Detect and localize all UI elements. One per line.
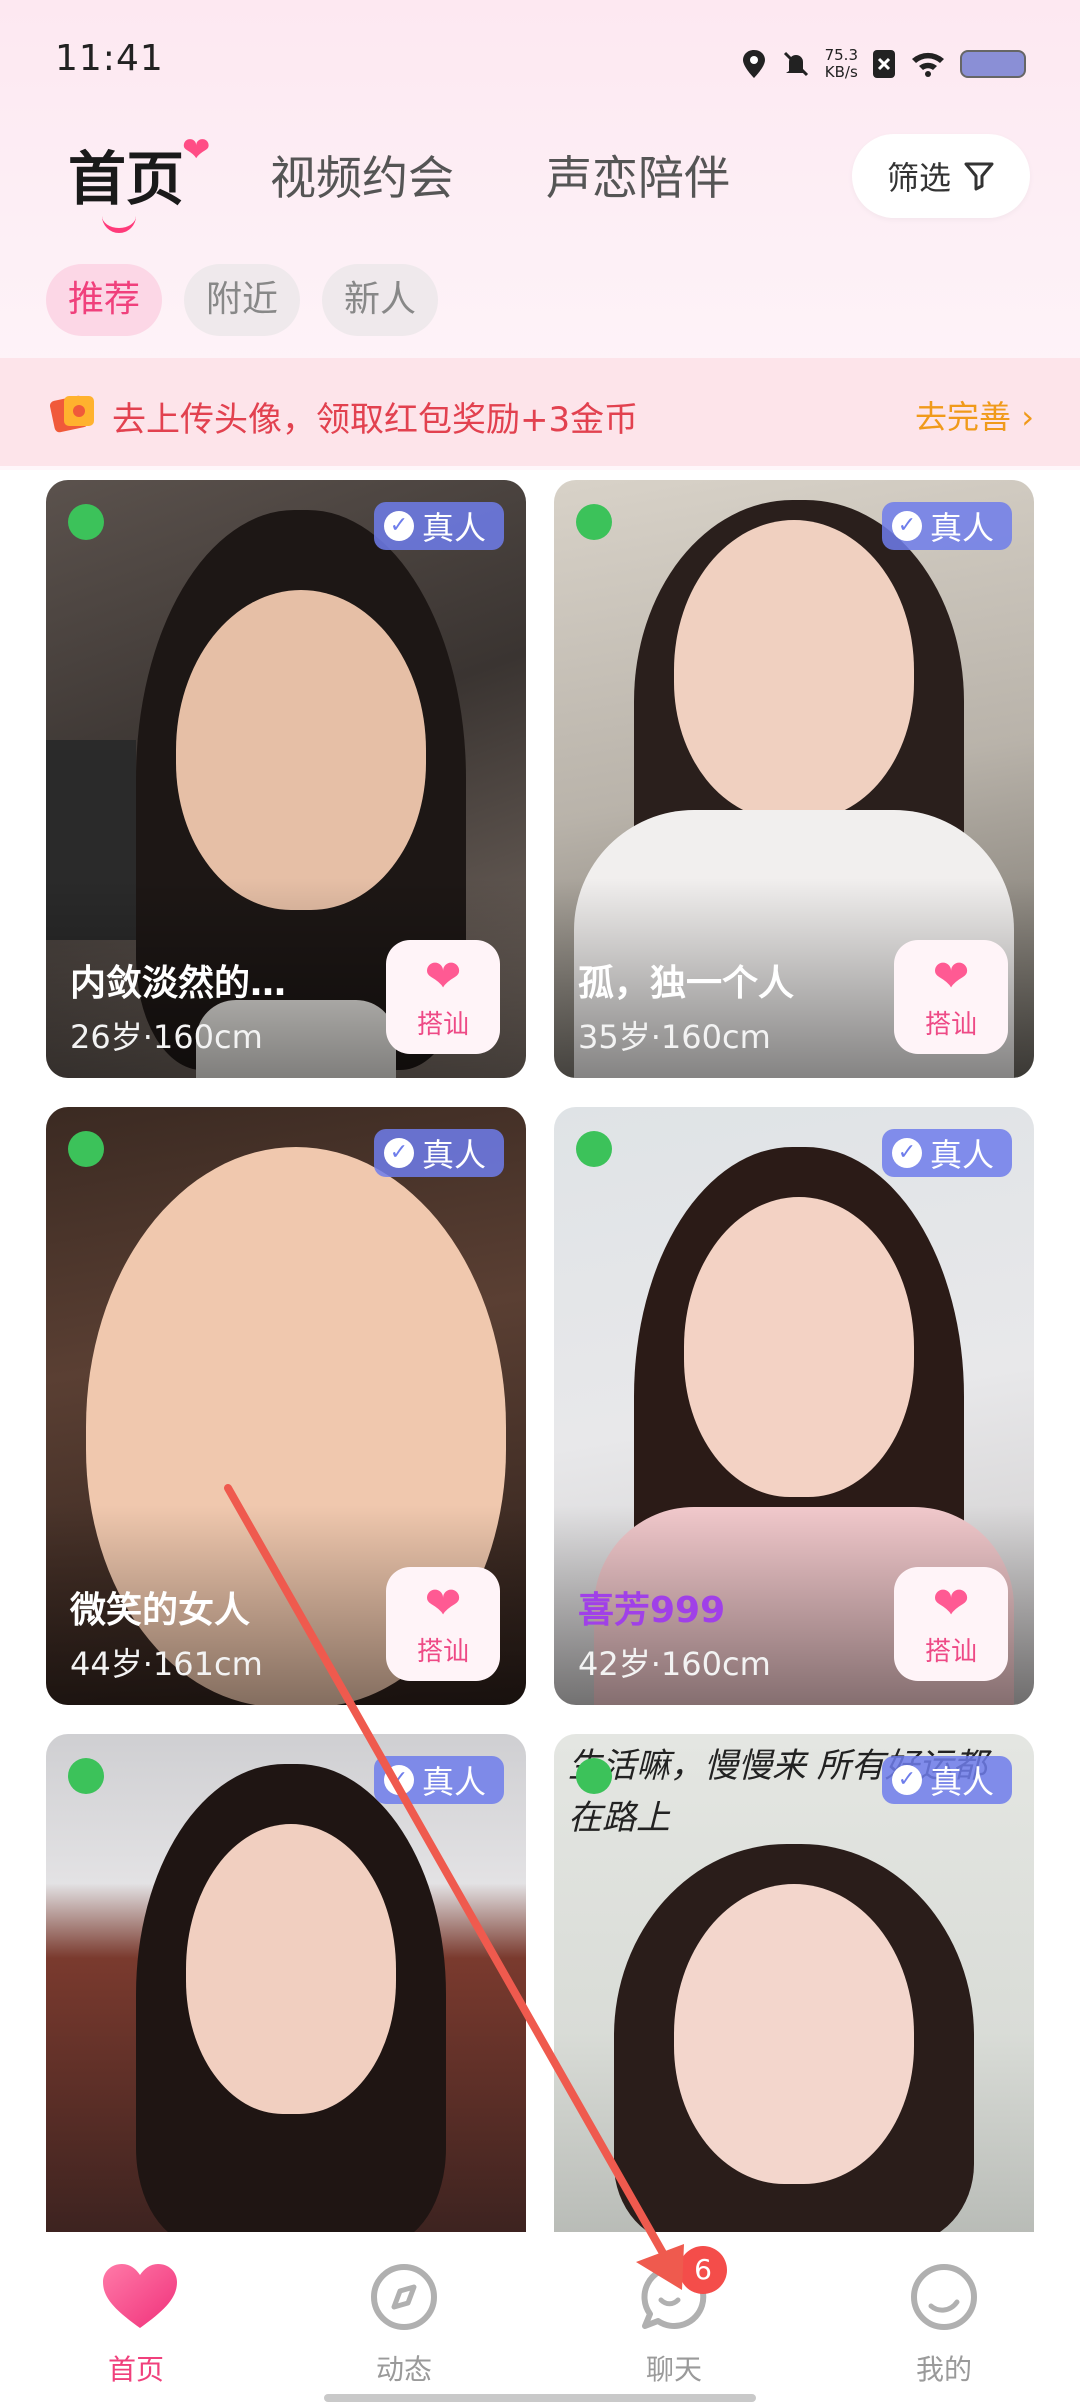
chip-new[interactable]: 新人: [322, 264, 439, 336]
profile-meta: 42岁·160cm: [578, 1645, 771, 1683]
status-time: 11:41: [55, 38, 164, 79]
online-indicator: [576, 504, 612, 540]
tab-home[interactable]: 首页: [68, 132, 184, 216]
nav-moments-label: 动态: [375, 2353, 432, 2386]
profile-meta: 26岁·160cm: [70, 1018, 263, 1056]
online-indicator: [68, 1131, 104, 1167]
profile-meta: 35岁·160cm: [578, 1018, 771, 1056]
heart-icon: [101, 2262, 177, 2332]
greet-button[interactable]: ❤ 搭讪: [386, 940, 500, 1054]
verified-icon: ✓: [891, 1765, 922, 1795]
red-packet-icon: [50, 395, 94, 433]
profile-icon: [909, 2262, 979, 2332]
profile-name: 孤，独一个人: [578, 963, 795, 1004]
chip-nearby[interactable]: 附近: [184, 264, 301, 336]
banner-complete-link[interactable]: 去完善 ›: [915, 392, 1034, 438]
tab-voice-companion[interactable]: 声恋陪伴: [546, 142, 730, 208]
filter-label: 筛选: [886, 159, 951, 197]
verified-badge: ✓ 真人: [373, 1756, 504, 1804]
tab-video-date[interactable]: 视频约会: [270, 142, 454, 208]
verified-badge: ✓ 真人: [373, 1129, 504, 1177]
verified-icon: ✓: [891, 1138, 922, 1168]
verified-icon: ✓: [383, 1765, 414, 1795]
bottom-nav: 首页 动态 6 聊天 我的: [0, 2232, 1080, 2408]
greet-button[interactable]: ❤ 搭讪: [894, 940, 1008, 1054]
profile-card[interactable]: ✓ 真人 喜芳999 42岁·160cm ❤ 搭讪: [554, 1107, 1034, 1705]
verified-badge: ✓ 真人: [881, 1129, 1012, 1177]
unread-badge: 6: [679, 2246, 727, 2294]
banner-text: 去上传头像，领取红包奖励+3金币: [112, 400, 639, 440]
greet-button[interactable]: ❤ 搭讪: [386, 1567, 500, 1681]
verified-icon: ✓: [891, 511, 922, 541]
profile-card[interactable]: 生活嘛，慢慢来 所有好运都在路上 ✓ 真人: [554, 1734, 1034, 2232]
location-icon: [742, 50, 765, 78]
nav-mine-label: 我的: [915, 2353, 972, 2386]
main-tabs: 首页 ❤ 视频约会 声恋陪伴 筛选: [0, 130, 1080, 270]
nav-home-label: 首页: [107, 2353, 164, 2386]
profile-name: 喜芳999: [578, 1590, 726, 1631]
upload-avatar-banner[interactable]: 去上传头像，领取红包奖励+3金币 去完善 ›: [0, 358, 1080, 466]
profile-card[interactable]: ✓ 真人: [46, 1734, 526, 2232]
online-indicator: [68, 1758, 104, 1794]
heart-icon: ❤: [932, 950, 970, 1002]
verified-icon: ✓: [383, 511, 414, 541]
wifi-icon: [912, 52, 944, 77]
online-indicator: [576, 1758, 612, 1794]
profile-photo: 生活嘛，慢慢来 所有好运都在路上: [554, 1734, 1034, 2232]
verified-icon: ✓: [383, 1138, 414, 1168]
heart-icon: ❤: [424, 1577, 462, 1629]
heart-decoration-icon: ❤: [182, 130, 211, 170]
nav-home[interactable]: 首页: [56, 2262, 216, 2388]
profile-card[interactable]: ✓ 真人 微笑的女人 44岁·161cm ❤ 搭讪: [46, 1107, 526, 1705]
filter-icon: [964, 162, 994, 191]
active-tab-indicator: [102, 212, 136, 233]
online-indicator: [68, 504, 104, 540]
heart-icon: ❤: [932, 1577, 970, 1629]
sim-off-icon: [873, 50, 895, 78]
verified-badge: ✓ 真人: [881, 502, 1012, 550]
filter-button[interactable]: 筛选: [852, 134, 1030, 218]
status-bar: 11:41 75.3 KB/s: [0, 0, 1080, 130]
online-indicator: [576, 1131, 612, 1167]
nav-chat-label: 聊天: [645, 2353, 702, 2386]
nav-chat[interactable]: 6 聊天: [594, 2246, 754, 2388]
chip-recommend[interactable]: 推荐: [46, 264, 163, 336]
greet-button[interactable]: ❤ 搭讪: [894, 1567, 1008, 1681]
profile-name: 内敛淡然的…: [70, 963, 287, 1004]
home-indicator: [324, 2394, 756, 2402]
nav-moments[interactable]: 动态: [324, 2262, 484, 2388]
profile-photo: [46, 1734, 526, 2232]
status-icons: 75.3 KB/s: [741, 42, 1026, 86]
mute-icon: [783, 51, 808, 77]
verified-badge: ✓ 真人: [881, 1756, 1012, 1804]
net-speed: 75.3 KB/s: [824, 46, 858, 81]
verified-badge: ✓ 真人: [373, 502, 504, 550]
battery-icon: [960, 50, 1026, 78]
profile-meta: 44岁·161cm: [70, 1645, 263, 1683]
sub-tabs: 推荐 附近 新人: [46, 264, 439, 336]
chat-icon: 6: [639, 2246, 727, 2332]
compass-icon: [369, 2262, 439, 2332]
profile-card[interactable]: ✓ 真人 孤，独一个人 35岁·160cm ❤ 搭讪: [554, 480, 1034, 1078]
profile-card[interactable]: ✓ 真人 内敛淡然的… 26岁·160cm ❤ 搭讪: [46, 480, 526, 1078]
nav-mine[interactable]: 我的: [864, 2262, 1024, 2388]
heart-icon: ❤: [424, 950, 462, 1002]
profile-name: 微笑的女人: [70, 1590, 251, 1631]
